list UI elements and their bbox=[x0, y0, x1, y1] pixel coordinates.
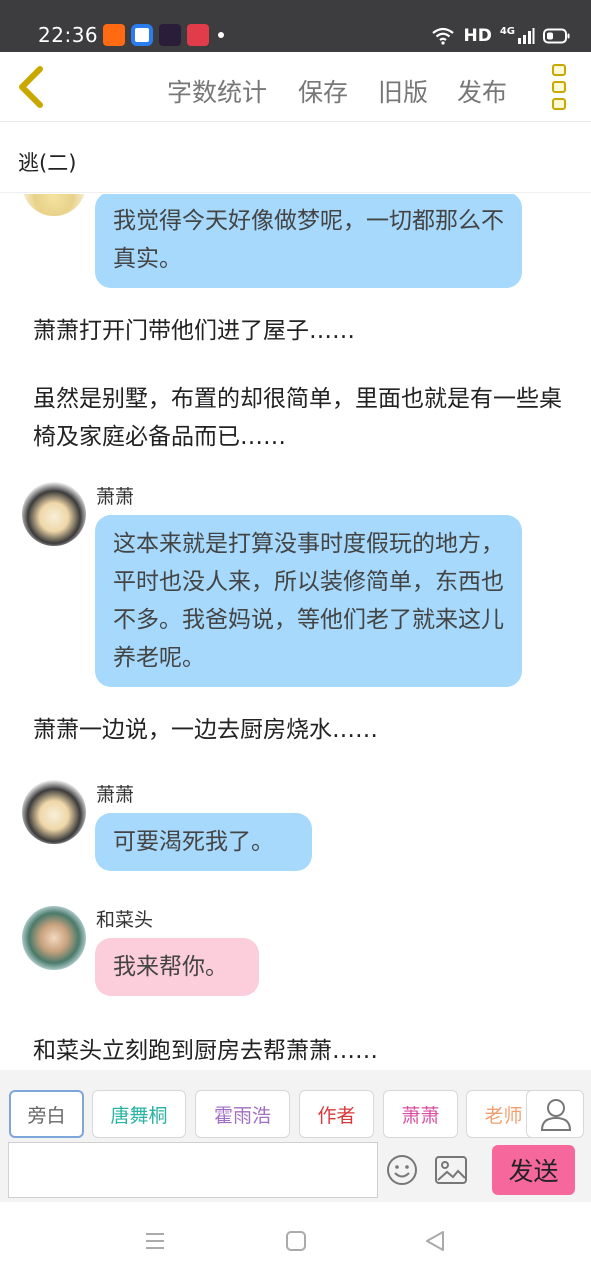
send-button[interactable]: 发送 bbox=[492, 1145, 575, 1195]
save-button[interactable]: 保存 bbox=[298, 73, 348, 109]
compose-bar: 发送 bbox=[0, 1142, 591, 1202]
role-chip[interactable]: 唐舞桐 bbox=[92, 1090, 186, 1138]
battery-icon bbox=[543, 28, 570, 44]
old-version-button[interactable]: 旧版 bbox=[378, 73, 428, 109]
role-chip-narrator[interactable]: 旁白 bbox=[9, 1090, 84, 1138]
story-content[interactable]: 我觉得今天好像做梦呢，一切都那么不真实。 萧萧打开门带他们进了屋子…… 虽然是别… bbox=[0, 194, 591, 1070]
status-bar: 22:36 HD 4G bbox=[0, 0, 591, 52]
more-vertical-icon[interactable] bbox=[546, 64, 572, 112]
back-triangle-icon[interactable] bbox=[424, 1230, 446, 1252]
avatar bbox=[22, 482, 86, 546]
status-time: 22:36 bbox=[38, 23, 99, 47]
speaker-name: 萧萧 bbox=[96, 486, 135, 508]
speaker-name: 和菜头 bbox=[96, 909, 154, 931]
menu-icon[interactable] bbox=[144, 1230, 166, 1252]
speaker-name: 萧萧 bbox=[96, 784, 135, 806]
chapter-title[interactable]: 逃(二) bbox=[18, 147, 76, 177]
notification-dot bbox=[218, 32, 224, 38]
network-type-label: 4G bbox=[499, 25, 515, 37]
message-input[interactable] bbox=[8, 1142, 378, 1198]
message-bubble: 我觉得今天好像做梦呢，一切都那么不真实。 bbox=[95, 194, 522, 288]
role-selector-bar: 旁白 唐舞桐 霍雨浩 作者 萧萧 老师 bbox=[0, 1070, 591, 1142]
avatar bbox=[22, 906, 86, 970]
message-bubble: 这本来就是打算没事时度假玩的地方，平时也没人来，所以装修简单，东西也不多。我爸妈… bbox=[95, 515, 522, 687]
person-icon[interactable] bbox=[526, 1090, 584, 1138]
chevron-left-icon[interactable] bbox=[12, 64, 52, 110]
browser-icon bbox=[131, 24, 153, 46]
home-icon[interactable] bbox=[285, 1230, 307, 1252]
narration-text: 和菜头立刻跑到厨房去帮萧萧…… bbox=[33, 1038, 378, 1064]
narration-text: 萧萧打开门带他们进了屋子…… bbox=[33, 318, 355, 344]
role-chip[interactable]: 作者 bbox=[299, 1090, 374, 1138]
heart-app-icon bbox=[187, 24, 209, 46]
role-chip[interactable]: 萧萧 bbox=[383, 1090, 458, 1138]
wifi-icon bbox=[432, 27, 455, 45]
emoji-icon[interactable] bbox=[386, 1154, 418, 1186]
video-icon bbox=[159, 24, 181, 46]
narration-text: 虽然是别墅，布置的却很简单，里面也就是有一些桌椅及家庭必备品而已…… bbox=[33, 386, 562, 450]
chapter-title-bar: 逃(二) bbox=[0, 123, 591, 193]
avatar bbox=[22, 780, 86, 844]
avatar bbox=[22, 194, 86, 216]
message-bubble: 可要渴死我了。 bbox=[95, 813, 312, 871]
image-icon[interactable] bbox=[434, 1154, 468, 1186]
network-label: HD bbox=[463, 26, 492, 46]
publish-button[interactable]: 发布 bbox=[457, 73, 507, 109]
top-nav: 字数统计 保存 旧版 发布 bbox=[0, 52, 591, 122]
message-bubble: 我来帮你。 bbox=[95, 938, 259, 996]
signal-icon bbox=[518, 28, 535, 44]
system-nav-bar bbox=[0, 1202, 591, 1280]
role-chip[interactable]: 霍雨浩 bbox=[195, 1090, 290, 1138]
narration-text: 萧萧一边说，一边去厨房烧水…… bbox=[33, 717, 378, 743]
word-count-button[interactable]: 字数统计 bbox=[167, 73, 267, 109]
taobao-icon bbox=[103, 24, 125, 46]
